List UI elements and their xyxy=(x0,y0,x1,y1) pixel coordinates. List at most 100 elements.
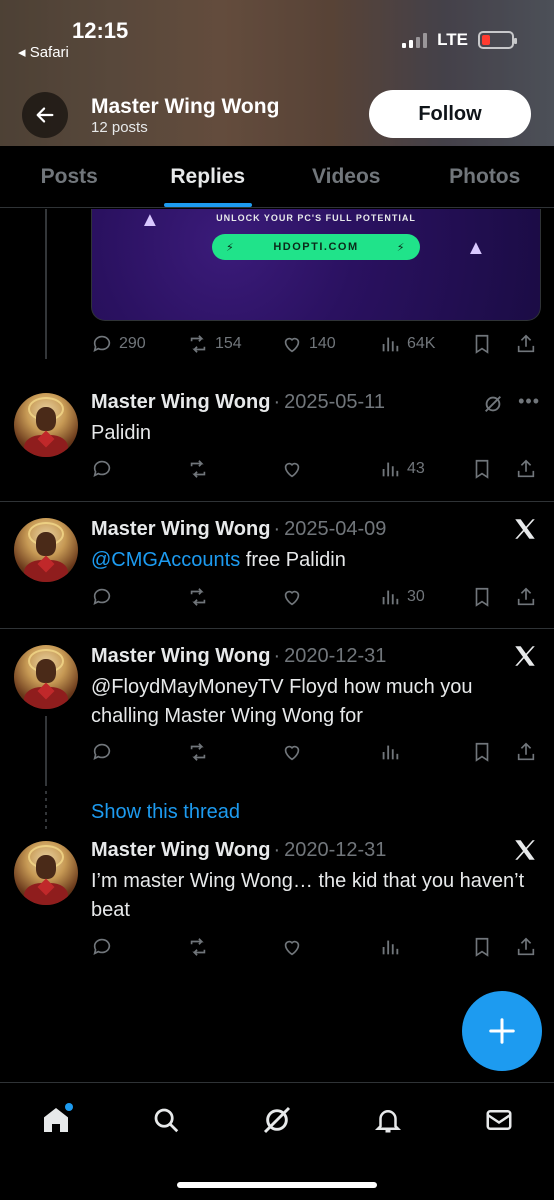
avatar[interactable] xyxy=(14,518,78,582)
post-actions: 30 xyxy=(91,583,541,611)
views-icon xyxy=(382,745,399,760)
promo-button-text: HDOPTI.COM xyxy=(273,241,359,253)
arrow-left-icon xyxy=(36,107,54,123)
battery-icon xyxy=(478,31,517,49)
nav-messages[interactable] xyxy=(482,1103,516,1137)
like-action[interactable] xyxy=(281,458,303,480)
avatar[interactable] xyxy=(14,393,78,457)
post-actions xyxy=(91,933,541,961)
post-item[interactable]: Master Wing Wong · 2020-12-31 @FloydMayM… xyxy=(0,628,554,823)
views-action[interactable]: 43 xyxy=(379,458,425,480)
tab-videos[interactable]: Videos xyxy=(277,146,416,207)
share-action[interactable] xyxy=(515,586,537,608)
x-logo-icon xyxy=(515,519,535,539)
repost-action[interactable] xyxy=(187,586,209,608)
post-author: Master Wing Wong xyxy=(91,518,271,540)
reply-action[interactable] xyxy=(91,586,113,608)
bookmark-action[interactable] xyxy=(471,458,493,480)
reply-count: 290 xyxy=(119,335,146,352)
nav-grok[interactable] xyxy=(260,1103,294,1137)
views-action[interactable] xyxy=(379,741,407,763)
reply-action[interactable] xyxy=(91,741,113,763)
repost-icon xyxy=(190,460,206,478)
post-header: Master Wing Wong · 2020-12-31 xyxy=(91,839,387,861)
bookmark-icon xyxy=(475,334,489,354)
post-author: Master Wing Wong xyxy=(91,645,271,667)
nav-search[interactable] xyxy=(149,1103,183,1137)
bookmark-action[interactable] xyxy=(471,936,493,958)
repost-action[interactable] xyxy=(187,936,209,958)
views-icon xyxy=(382,462,399,477)
heart-icon xyxy=(284,337,300,353)
views-icon xyxy=(382,940,399,955)
post-actions xyxy=(91,738,541,766)
follow-button[interactable]: Follow xyxy=(369,90,531,138)
search-icon xyxy=(154,1108,179,1133)
promo-link-button: ⚡ HDOPTI.COM ⚡ xyxy=(212,234,420,260)
status-time: 12:15 xyxy=(72,18,129,43)
thread-line xyxy=(45,716,47,786)
mention-link[interactable]: @CMGAccounts xyxy=(91,549,240,571)
repost-icon xyxy=(190,588,206,606)
reply-action[interactable]: 290 xyxy=(91,333,146,355)
bookmark-icon xyxy=(475,742,489,762)
compose-button[interactable] xyxy=(462,991,542,1071)
post-actions: 290 154 140 64K xyxy=(91,330,541,358)
bookmark-action[interactable] xyxy=(471,586,493,608)
heart-icon xyxy=(284,940,300,956)
share-action[interactable] xyxy=(515,936,537,958)
mail-icon xyxy=(486,1110,512,1130)
promo-image[interactable]: UNLOCK YOUR PC'S FULL POTENTIAL ⚡ HDOPTI… xyxy=(91,209,541,321)
bookmark-icon xyxy=(475,587,489,607)
like-action[interactable] xyxy=(281,936,303,958)
like-action[interactable] xyxy=(281,741,303,763)
back-button[interactable] xyxy=(22,92,68,138)
views-count: 64K xyxy=(407,335,436,352)
share-icon xyxy=(517,334,535,353)
like-action[interactable]: 140 xyxy=(281,333,336,355)
reply-action[interactable] xyxy=(91,458,113,480)
like-count: 140 xyxy=(309,335,336,352)
views-icon xyxy=(382,590,399,605)
repost-icon xyxy=(190,938,206,956)
heart-icon xyxy=(284,462,300,478)
post-date: 2025-04-09 xyxy=(284,518,387,540)
tab-photos[interactable]: Photos xyxy=(416,146,554,207)
avatar[interactable] xyxy=(14,841,78,905)
bookmark-action[interactable] xyxy=(471,333,493,355)
post-date: 2020-12-31 xyxy=(284,645,387,667)
tab-replies[interactable]: Replies xyxy=(139,146,278,207)
post-header: Master Wing Wong · 2020-12-31 xyxy=(91,645,387,667)
more-icon[interactable]: ••• xyxy=(518,391,540,412)
post-text: I’m master Wing Wong… the kid that you h… xyxy=(91,870,525,921)
nav-notifications[interactable] xyxy=(371,1103,405,1137)
back-to-safari[interactable]: ◂ Safari xyxy=(18,43,69,61)
reply-icon xyxy=(93,335,111,352)
share-icon xyxy=(517,937,535,956)
views-action[interactable]: 64K xyxy=(379,333,435,355)
thread-line xyxy=(45,209,47,359)
profile-header: 12:15 ◂ Safari LTE Master Wing Wong 12 p… xyxy=(0,0,554,146)
share-action[interactable] xyxy=(515,741,537,763)
views-action[interactable]: 30 xyxy=(379,586,425,608)
reply-action[interactable] xyxy=(91,936,113,958)
repost-action[interactable] xyxy=(187,458,209,480)
share-action[interactable] xyxy=(515,333,537,355)
show-thread-link[interactable]: Show this thread xyxy=(91,801,240,824)
grok-icon xyxy=(263,1106,291,1134)
share-action[interactable] xyxy=(515,458,537,480)
bookmark-action[interactable] xyxy=(471,741,493,763)
nav-home[interactable] xyxy=(39,1103,73,1137)
views-icon xyxy=(382,337,399,352)
repost-action[interactable] xyxy=(187,741,209,763)
grok-icon[interactable] xyxy=(482,393,504,415)
views-action[interactable] xyxy=(379,936,407,958)
status-indicators: LTE xyxy=(402,30,517,50)
tab-posts[interactable]: Posts xyxy=(0,146,139,207)
repost-action[interactable]: 154 xyxy=(187,333,242,355)
repost-count: 154 xyxy=(215,335,242,352)
posts-count: 12 posts xyxy=(91,119,148,136)
avatar[interactable] xyxy=(14,645,78,709)
bookmark-icon xyxy=(475,937,489,957)
like-action[interactable] xyxy=(281,586,303,608)
